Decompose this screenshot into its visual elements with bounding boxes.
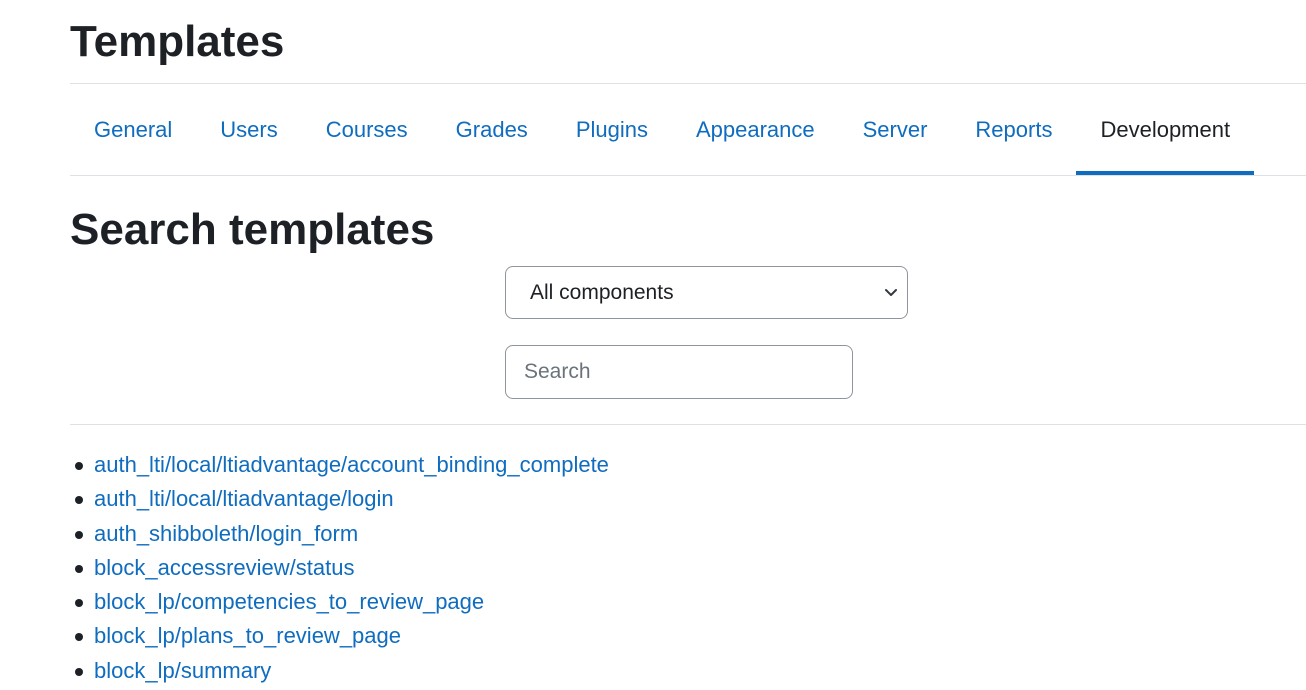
tab-development[interactable]: Development xyxy=(1076,84,1254,175)
bullet xyxy=(75,496,83,505)
tab-courses[interactable]: Courses xyxy=(302,84,432,175)
bullet xyxy=(75,530,83,539)
template-link[interactable]: auth_lti/local/ltiadvantage/account_bind… xyxy=(94,452,609,477)
admin-tabs: General Users Courses Grades Plugins App… xyxy=(70,84,1306,176)
template-link[interactable]: block_lp/summary xyxy=(94,658,271,683)
list-item: block_lp/summary xyxy=(75,654,609,688)
template-list: auth_lti/local/ltiadvantage/account_bind… xyxy=(70,448,609,688)
list-item: auth_shibboleth/login_form xyxy=(75,517,609,551)
template-link[interactable]: auth_lti/local/ltiadvantage/login xyxy=(94,486,394,511)
list-item: auth_lti/local/ltiadvantage/account_bind… xyxy=(75,448,609,482)
template-link[interactable]: block_lp/plans_to_review_page xyxy=(94,623,401,648)
component-select-value: All components xyxy=(530,280,674,304)
list-item: block_lp/plans_to_review_page xyxy=(75,619,609,653)
page-title: Templates xyxy=(70,17,285,66)
tab-users[interactable]: Users xyxy=(196,84,301,175)
list-item: auth_lti/local/ltiadvantage/login xyxy=(75,482,609,516)
section-title: Search templates xyxy=(70,205,435,254)
tab-reports[interactable]: Reports xyxy=(951,84,1076,175)
divider xyxy=(70,424,1306,425)
tab-grades[interactable]: Grades xyxy=(432,84,552,175)
bullet xyxy=(75,633,83,642)
list-item: block_accessreview/status xyxy=(75,551,609,585)
template-link[interactable]: block_accessreview/status xyxy=(94,555,354,580)
component-select[interactable]: All components xyxy=(505,266,908,319)
chevron-down-icon xyxy=(885,289,897,296)
search-input[interactable] xyxy=(505,345,853,399)
tab-general[interactable]: General xyxy=(70,84,196,175)
list-item: block_lp/competencies_to_review_page xyxy=(75,585,609,619)
page: Templates General Users Courses Grades P… xyxy=(0,0,1306,690)
tab-appearance[interactable]: Appearance xyxy=(672,84,839,175)
bullet xyxy=(75,599,83,608)
tab-server[interactable]: Server xyxy=(839,84,952,175)
tab-plugins[interactable]: Plugins xyxy=(552,84,672,175)
template-link[interactable]: auth_shibboleth/login_form xyxy=(94,521,358,546)
bullet xyxy=(75,462,83,470)
bullet xyxy=(75,667,83,676)
template-link[interactable]: block_lp/competencies_to_review_page xyxy=(94,589,484,614)
bullet xyxy=(75,564,83,573)
